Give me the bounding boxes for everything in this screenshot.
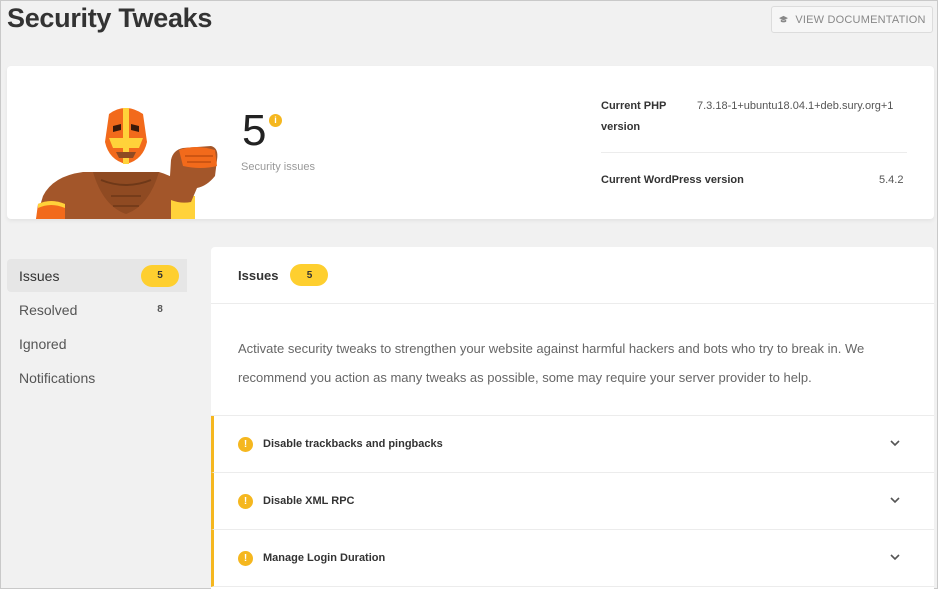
graduation-cap-icon [779, 15, 789, 23]
sidebar-item-resolved[interactable]: Resolved 8 [7, 293, 187, 326]
sidebar-item-ignored[interactable]: Ignored [7, 327, 187, 360]
summary-divider [601, 152, 907, 153]
view-documentation-label: VIEW DOCUMENTATION [795, 13, 926, 26]
issues-panel-count-badge: 5 [290, 264, 329, 286]
sidebar-nav: Issues 5 Resolved 8 Ignored Notification… [7, 259, 187, 395]
tweak-row-disable-xml-rpc[interactable]: ! Disable XML RPC [211, 473, 934, 530]
view-documentation-button[interactable]: VIEW DOCUMENTATION [771, 6, 933, 33]
issue-caption: Security issues [241, 161, 315, 173]
tweak-label: Disable trackbacks and pingbacks [263, 438, 443, 450]
tweak-row-disable-trackbacks[interactable]: ! Disable trackbacks and pingbacks [211, 416, 934, 473]
issues-panel: Issues 5 Activate security tweaks to str… [211, 247, 934, 589]
sidebar-item-label: Notifications [19, 369, 96, 386]
tweak-label: Disable XML RPC [263, 495, 355, 507]
resolved-count: 8 [157, 304, 163, 315]
issues-panel-title: Issues [238, 267, 279, 283]
wordpress-version-label: Current WordPress version [601, 174, 744, 186]
chevron-down-icon[interactable] [890, 497, 900, 504]
sidebar-item-notifications[interactable]: Notifications [7, 361, 187, 394]
issues-intro-text: Activate security tweaks to strengthen y… [211, 304, 934, 416]
chevron-down-icon[interactable] [890, 440, 900, 447]
summary-card: 5 i Security issues Current PHP version … [7, 66, 934, 219]
php-version-label: Current PHP version [601, 100, 667, 133]
warning-icon: ! [238, 550, 253, 566]
sidebar-item-label: Ignored [19, 335, 67, 352]
sidebar-item-issues[interactable]: Issues 5 [7, 259, 187, 292]
wordpress-version-value: 5.4.2 [879, 174, 904, 186]
page-title: Security Tweaks [7, 3, 213, 33]
php-version-value: 7.3.18-1+ubuntu18.04.1+deb.sury.org+1 [697, 100, 894, 112]
warning-icon: ! [238, 493, 253, 509]
issue-count: 5 [242, 106, 267, 155]
chevron-down-icon[interactable] [890, 554, 900, 561]
issues-count-badge: 5 [141, 264, 179, 287]
tweak-label: Manage Login Duration [263, 552, 386, 564]
hero-mascot-illustration [36, 108, 218, 219]
tweak-row-manage-login-duration[interactable]: ! Manage Login Duration [211, 530, 934, 587]
warning-icon: ! [238, 436, 253, 452]
sidebar-item-label: Resolved [19, 301, 78, 318]
sidebar-item-label: Issues [19, 267, 60, 284]
issues-panel-header: Issues 5 [211, 247, 934, 304]
info-icon[interactable]: i [269, 114, 282, 127]
